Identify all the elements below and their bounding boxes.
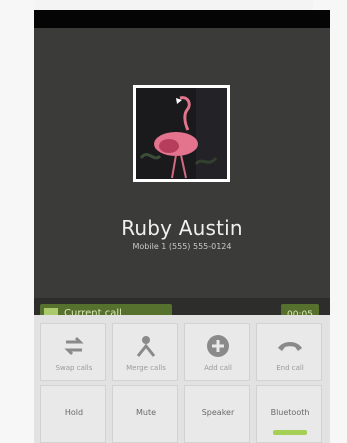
in-call-screen: Ruby Austin Mobile 1 (555) 555-0124 Curr… [34,10,330,443]
swap-button[interactable]: Swap calls [40,323,106,381]
hold-button[interactable]: Hold [40,385,106,443]
call-controls: Swap calls Merge calls Add call End call… [34,315,330,443]
bluetooth-label: Bluetooth [270,408,310,417]
end-call-icon [257,332,323,362]
contact-name: Ruby Austin [121,216,243,240]
swap-icon [41,332,107,362]
merge-icon [113,332,179,362]
merge-button[interactable]: Merge calls [112,323,178,381]
mute-label: Mute [135,408,157,417]
bluetooth-active-indicator [273,430,307,435]
left-margin [0,0,34,443]
contact-photo [133,85,230,182]
add-call-icon [185,332,251,362]
contact-number: Mobile 1 (555) 555-0124 [132,242,232,251]
status-bar [34,10,330,28]
merge-label: Merge calls [126,364,166,372]
add-call-label: Add call [204,364,232,372]
add-call-button[interactable]: Add call [184,323,250,381]
bluetooth-button[interactable]: Bluetooth [256,385,322,443]
hold-label: Hold [64,408,84,417]
end-call-label: End call [276,364,304,372]
flamingo-photo [136,88,227,179]
end-call-button[interactable]: End call [256,323,322,381]
swap-label: Swap calls [55,364,93,372]
speaker-label: Speaker [201,408,235,417]
speaker-button[interactable]: Speaker [184,385,250,443]
mute-button[interactable]: Mute [112,385,178,443]
call-info-area: Ruby Austin Mobile 1 (555) 555-0124 Curr… [34,28,330,333]
